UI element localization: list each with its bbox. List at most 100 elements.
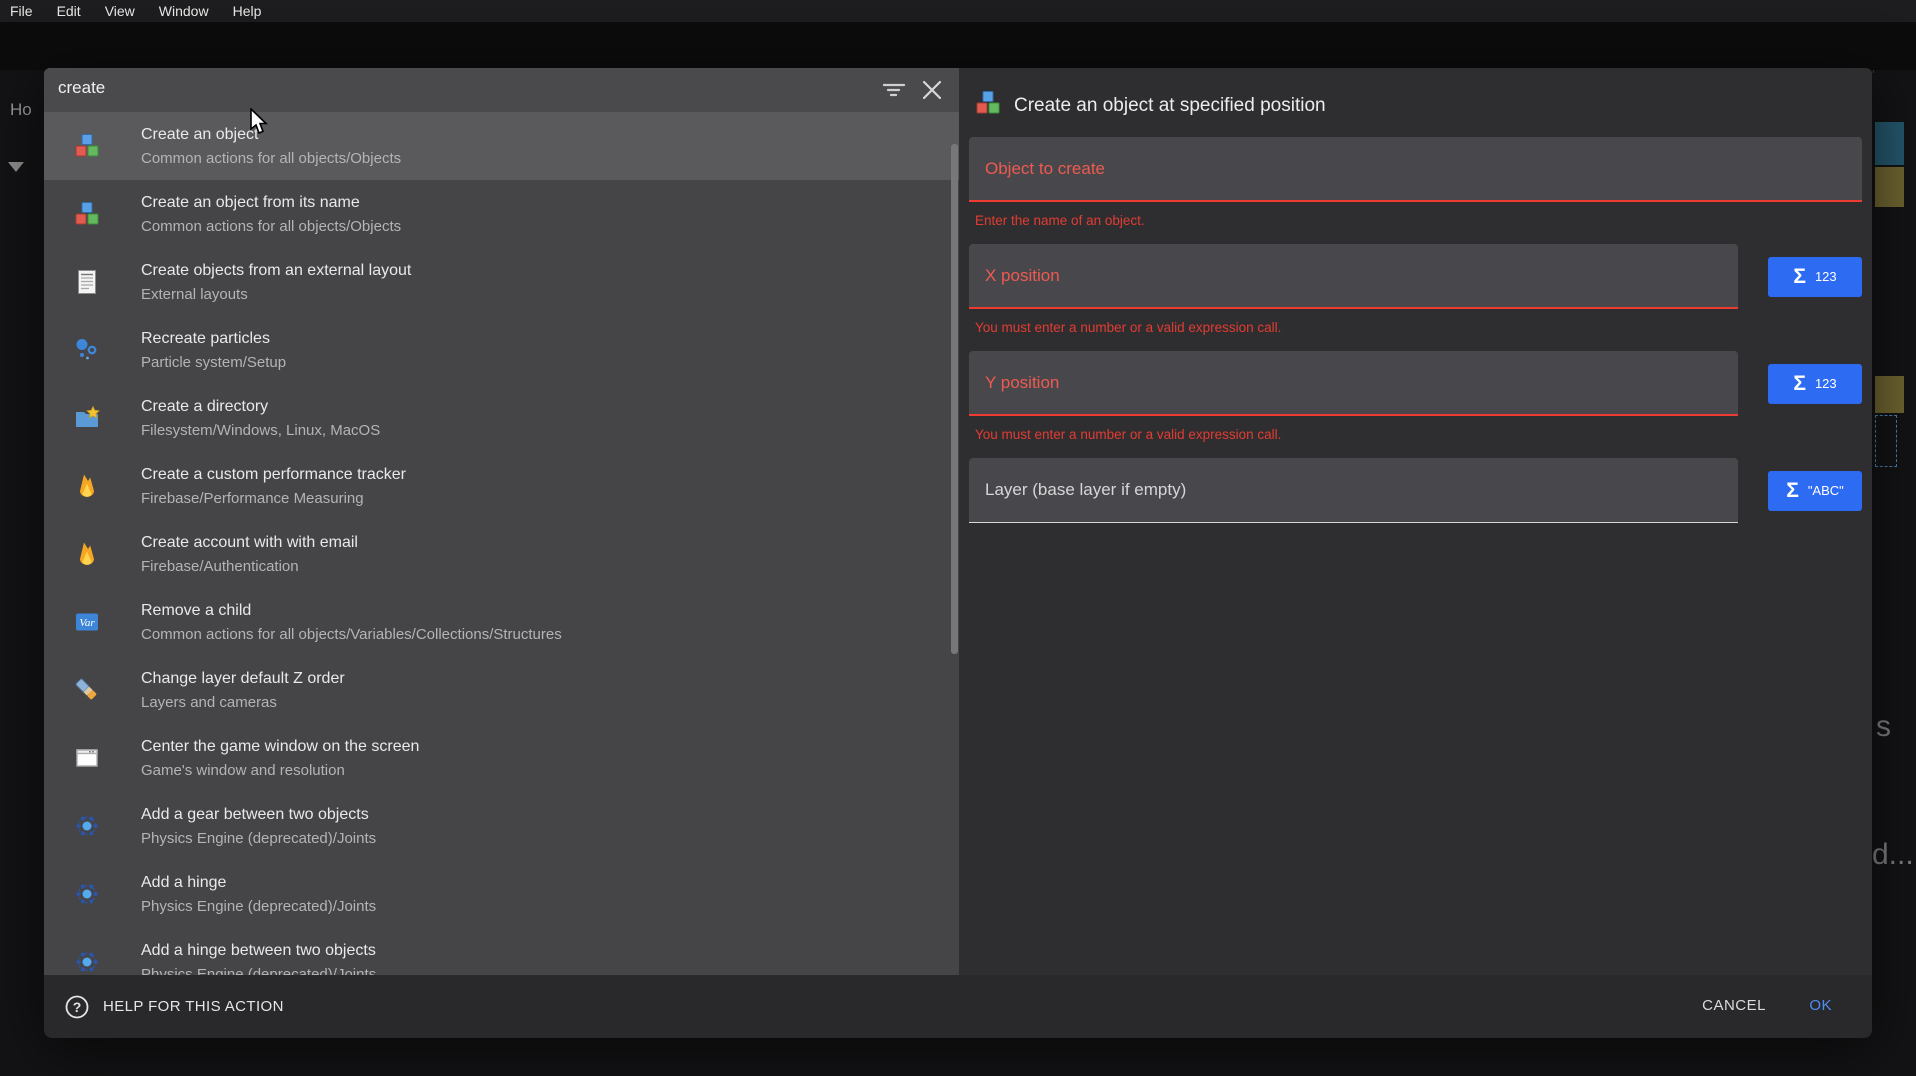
svg-text:?: ? [73, 999, 82, 1015]
action-path: External layouts [141, 285, 411, 305]
atom-icon [74, 813, 100, 839]
action-title: Create an object from its name [141, 192, 401, 213]
action-path: Firebase/Authentication [141, 557, 358, 577]
list-item-text: Remove a child Common actions for all obj… [141, 600, 562, 645]
action-title: Create account with with email [141, 532, 358, 553]
list-item[interactable]: Create a custom performance tracker Fireb… [44, 452, 959, 520]
list-item[interactable]: Var Remove a child Common actions for all … [44, 588, 959, 656]
filter-icon[interactable] [882, 78, 906, 102]
action-title: Center the game window on the screen [141, 736, 419, 757]
expression-type-label: 123 [1815, 269, 1837, 284]
list-item[interactable]: Create objects from an external layoutEx… [44, 248, 959, 316]
action-title: Recreate particles [141, 328, 286, 349]
help-for-action-button[interactable]: ? HELP FOR THIS ACTION [64, 975, 284, 1038]
close-icon[interactable] [920, 78, 944, 102]
app-window: File Edit View Window Help [0, 0, 1916, 1076]
parameter-input[interactable]: Object to create [969, 137, 1862, 202]
list-item-text: Recreate particles Particle system/Setup [141, 328, 286, 373]
help-label: HELP FOR THIS ACTION [103, 998, 284, 1015]
cubes-icon [975, 90, 1001, 121]
list-item[interactable]: Create an objectCommon actions for all o… [44, 112, 959, 180]
flame-icon [74, 473, 100, 499]
help-question-icon: ? [64, 994, 90, 1020]
action-title: Add a hinge between two objects [141, 940, 376, 961]
list-item-text: Add a hingePhysics Engine (deprecated)/J… [141, 872, 376, 917]
window-icon [74, 745, 100, 771]
list-item[interactable]: Add a hingePhysics Engine (deprecated)/J… [44, 860, 959, 928]
list-item[interactable]: Center the game window on the screen Game… [44, 724, 959, 792]
atom-icon [74, 949, 100, 975]
sigma-icon: Σ [1786, 480, 1799, 501]
parameter-input[interactable]: Layer (base layer if empty) [969, 458, 1738, 523]
main-toolbar [0, 22, 1916, 70]
action-path: Game's window and resolution [141, 761, 419, 781]
dialog-footer: ? HELP FOR THIS ACTION CANCEL OK [44, 975, 1872, 1038]
ok-button[interactable]: OK [1809, 997, 1832, 1014]
list-item[interactable]: Add a gear between two objectsPhysics En… [44, 792, 959, 860]
list-scrollbar[interactable] [951, 144, 958, 654]
sigma-icon: Σ [1793, 373, 1806, 394]
search-input[interactable]: create [58, 78, 105, 98]
detail-header: Create an object at specified position [975, 90, 1326, 121]
list-item[interactable]: Change layer default Z orderLayers and c… [44, 656, 959, 724]
parameter-input[interactable]: X position [969, 244, 1738, 309]
list-item-text: Add a gear between two objectsPhysics En… [141, 804, 376, 849]
field-error-text: You must enter a number or a valid expre… [975, 319, 1856, 337]
expression-builder-button[interactable]: Σ "ABC" [1768, 471, 1862, 511]
parameter-label: X position [985, 266, 1060, 286]
search-bar: create [44, 68, 959, 112]
list-item-text: Center the game window on the screen Game… [141, 736, 419, 781]
list-item[interactable]: Create a directory Filesystem/Windows, Li… [44, 384, 959, 452]
bg-event-block-teal [1875, 122, 1904, 165]
list-item[interactable]: Create account with with email Firebase/A… [44, 520, 959, 588]
expression-type-label: "ABC" [1808, 483, 1844, 498]
action-path: Layers and cameras [141, 693, 345, 713]
list-item-text: Create an object from its name Common act… [141, 192, 401, 237]
expression-type-label: 123 [1815, 376, 1837, 391]
svg-text:Var: Var [79, 617, 95, 629]
bg-clipped-text: s [1876, 710, 1891, 744]
list-item[interactable]: Add a hinge between two objectsPhysics E… [44, 928, 959, 975]
menu-help[interactable]: Help [233, 3, 262, 19]
action-path: Particle system/Setup [141, 353, 286, 373]
parameter-input[interactable]: Y position [969, 351, 1738, 416]
list-item[interactable]: Recreate particles Particle system/Setup [44, 316, 959, 384]
instruction-editor-dialog: create [44, 68, 1872, 1038]
menu-view[interactable]: View [105, 3, 135, 19]
bg-event-block-khaki [1875, 167, 1904, 207]
cancel-button[interactable]: CANCEL [1702, 997, 1766, 1014]
parameter-label: Layer (base layer if empty) [985, 480, 1186, 500]
action-detail-panel: Create an object at specified position O… [959, 68, 1872, 975]
action-path: Common actions for all objects/Objects [141, 217, 401, 237]
list-item-text: Add a hinge between two objectsPhysics E… [141, 940, 376, 976]
chevron-down-icon[interactable] [8, 162, 24, 172]
list-item[interactable]: Create an object from its name Common act… [44, 180, 959, 248]
detail-title: Create an object at specified position [1014, 95, 1326, 117]
bg-clipped-text: d... [1872, 838, 1914, 872]
menu-window[interactable]: Window [159, 3, 209, 19]
action-path: Common actions for all objects/Variables… [141, 625, 562, 645]
list-item-text: Create account with with email Firebase/A… [141, 532, 358, 577]
list-item-text: Create a custom performance tracker Fireb… [141, 464, 406, 509]
cubes-icon [74, 201, 100, 227]
list-item-text: Create objects from an external layoutEx… [141, 260, 411, 305]
list-item-text: Change layer default Z orderLayers and c… [141, 668, 345, 713]
action-path: Common actions for all objects/Objects [141, 149, 401, 169]
action-title: Create a custom performance tracker [141, 464, 406, 485]
bg-selection-dashed-box [1875, 415, 1897, 467]
action-title: Create a directory [141, 396, 380, 417]
expression-builder-button[interactable]: Σ 123 [1768, 364, 1862, 404]
bg-event-block-khaki [1875, 376, 1904, 413]
home-tab-clipped[interactable]: Ho [10, 100, 32, 120]
eraser-icon [74, 677, 100, 703]
action-path: Filesystem/Windows, Linux, MacOS [141, 421, 380, 441]
menu-edit[interactable]: Edit [57, 3, 81, 19]
action-title: Add a hinge [141, 872, 376, 893]
atom-icon [74, 881, 100, 907]
action-title: Remove a child [141, 600, 562, 621]
action-title: Add a gear between two objects [141, 804, 376, 825]
action-path: Firebase/Performance Measuring [141, 489, 406, 509]
expression-builder-button[interactable]: Σ123 [1768, 257, 1862, 297]
parameter-label: Object to create [985, 159, 1105, 179]
menu-file[interactable]: File [10, 3, 33, 19]
